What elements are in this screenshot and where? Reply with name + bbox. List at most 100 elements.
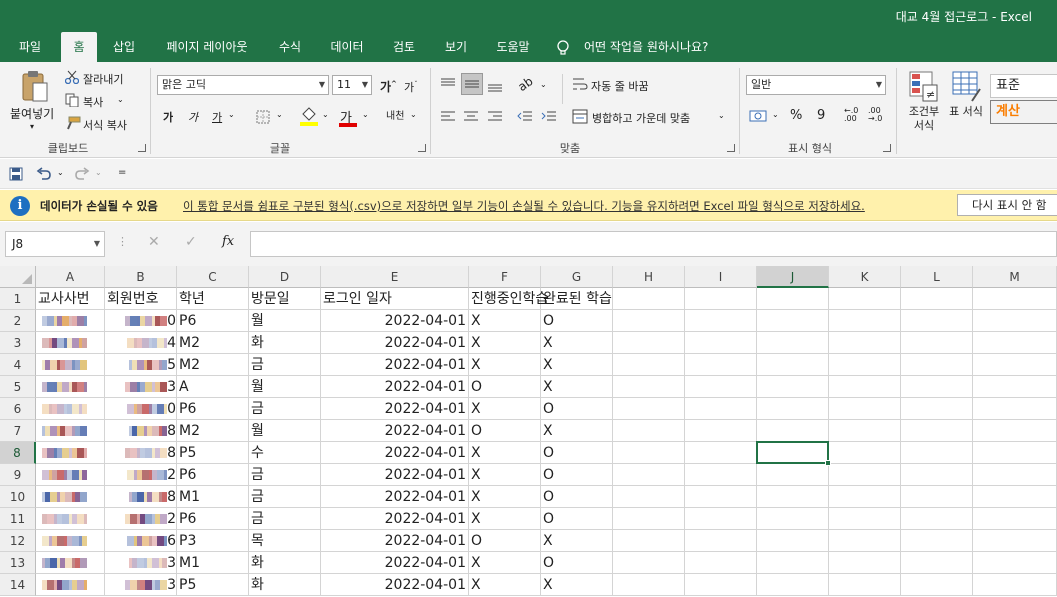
orientation-icon[interactable]: ab	[515, 74, 535, 94]
cell-b3[interactable]: 4	[105, 332, 177, 354]
cell-e8[interactable]: 2022-04-01	[321, 442, 469, 464]
conditional-format-button[interactable]: 조건부 서식	[906, 105, 942, 133]
cell-d11[interactable]: 금	[249, 508, 321, 530]
cell-m2[interactable]	[973, 310, 1057, 332]
tab-view[interactable]: 보기	[436, 32, 476, 62]
cell-d8[interactable]: 수	[249, 442, 321, 464]
active-cell-selection[interactable]	[756, 441, 831, 466]
cell-k2[interactable]	[829, 310, 901, 332]
column-header-j[interactable]: J	[757, 266, 829, 288]
cell-b1[interactable]: 회원번호	[105, 288, 177, 310]
cell-i12[interactable]	[685, 530, 757, 552]
align-right-icon[interactable]	[487, 110, 503, 127]
cell-i3[interactable]	[685, 332, 757, 354]
cell-a1[interactable]: 교사사번	[36, 288, 105, 310]
fill-chevron-icon[interactable]: ⌄	[322, 110, 329, 119]
cell-k14[interactable]	[829, 574, 901, 596]
cell-f13[interactable]: X	[469, 552, 541, 574]
cell-c12[interactable]: P3	[177, 530, 249, 552]
cell-f2[interactable]: X	[469, 310, 541, 332]
conditional-format-icon[interactable]: ≠	[909, 71, 939, 106]
cell-a6-redacted[interactable]	[36, 398, 105, 420]
cell-g7[interactable]: X	[541, 420, 613, 442]
undo-chevron-icon[interactable]: ⌄	[57, 168, 64, 177]
undo-icon[interactable]	[36, 167, 52, 184]
cell-c3[interactable]: M2	[177, 332, 249, 354]
cell-e11[interactable]: 2022-04-01	[321, 508, 469, 530]
cell-k1[interactable]	[829, 288, 901, 310]
cell-i9[interactable]	[685, 464, 757, 486]
cell-i4[interactable]	[685, 354, 757, 376]
cell-m7[interactable]	[973, 420, 1057, 442]
align-bottom-icon[interactable]	[487, 79, 503, 96]
formula-input[interactable]	[250, 231, 1057, 257]
column-header-l[interactable]: L	[901, 266, 973, 288]
cell-k8[interactable]	[829, 442, 901, 464]
cell-g3[interactable]: X	[541, 332, 613, 354]
cell-m13[interactable]	[973, 552, 1057, 574]
font-color-chevron-icon[interactable]: ⌄	[362, 110, 369, 119]
cell-d12[interactable]: 목	[249, 530, 321, 552]
dont-show-again-button[interactable]: 다시 표시 안 함	[957, 194, 1057, 216]
cell-j11[interactable]	[757, 508, 829, 530]
cut-button[interactable]: 잘라내기	[83, 71, 123, 87]
column-header-k[interactable]: K	[829, 266, 901, 288]
cell-f1[interactable]: 진행중인학습	[469, 288, 548, 310]
font-name-select[interactable]: 맑은 고딕 ▼	[157, 75, 329, 95]
cell-g9[interactable]: O	[541, 464, 613, 486]
cell-k3[interactable]	[829, 332, 901, 354]
cell-j3[interactable]	[757, 332, 829, 354]
column-header-c[interactable]: C	[177, 266, 249, 288]
decrease-decimal-icon[interactable]: .00 →.0	[868, 107, 882, 123]
paste-icon[interactable]	[20, 70, 50, 107]
cell-b8[interactable]: 8	[105, 442, 177, 464]
column-header-g[interactable]: G	[541, 266, 613, 288]
cell-g1[interactable]: 완료된 학습	[541, 288, 613, 310]
cell-k9[interactable]	[829, 464, 901, 486]
tab-insert[interactable]: 삽입	[104, 32, 144, 62]
cell-k13[interactable]	[829, 552, 901, 574]
cell-f5[interactable]: O	[469, 376, 541, 398]
cancel-icon[interactable]: ✕	[148, 234, 160, 250]
cell-l4[interactable]	[901, 354, 973, 376]
copy-chevron-icon[interactable]: ⌄	[117, 95, 124, 104]
column-header-b[interactable]: B	[105, 266, 177, 288]
align-left-icon[interactable]	[440, 110, 456, 127]
cell-a9-redacted[interactable]	[36, 464, 105, 486]
orientation-chevron-icon[interactable]: ⌄	[540, 80, 547, 89]
cell-k7[interactable]	[829, 420, 901, 442]
cell-d4[interactable]: 금	[249, 354, 321, 376]
cell-c1[interactable]: 학년	[177, 288, 249, 310]
cell-g14[interactable]: X	[541, 574, 613, 596]
cell-c9[interactable]: P6	[177, 464, 249, 486]
cell-d9[interactable]: 금	[249, 464, 321, 486]
align-center-icon[interactable]	[463, 110, 479, 127]
cell-d13[interactable]: 화	[249, 552, 321, 574]
cell-c10[interactable]: M1	[177, 486, 249, 508]
cell-l14[interactable]	[901, 574, 973, 596]
cell-j4[interactable]	[757, 354, 829, 376]
cell-i2[interactable]	[685, 310, 757, 332]
cell-l5[interactable]	[901, 376, 973, 398]
cell-d14[interactable]: 화	[249, 574, 321, 596]
cell-j14[interactable]	[757, 574, 829, 596]
cell-h2[interactable]	[613, 310, 685, 332]
name-box[interactable]: J8 ▼	[5, 231, 105, 257]
cell-f10[interactable]: X	[469, 486, 541, 508]
cell-d6[interactable]: 금	[249, 398, 321, 420]
font-launcher-icon[interactable]	[418, 144, 426, 152]
cell-f11[interactable]: X	[469, 508, 541, 530]
border-icon[interactable]	[256, 110, 270, 127]
cell-b10[interactable]: 8	[105, 486, 177, 508]
cell-f6[interactable]: X	[469, 398, 541, 420]
row-header-5[interactable]: 5	[0, 376, 36, 398]
cell-h7[interactable]	[613, 420, 685, 442]
cell-b11[interactable]: 2	[105, 508, 177, 530]
cell-l2[interactable]	[901, 310, 973, 332]
cell-h9[interactable]	[613, 464, 685, 486]
row-header-11[interactable]: 11	[0, 508, 36, 530]
cell-m4[interactable]	[973, 354, 1057, 376]
cell-k10[interactable]	[829, 486, 901, 508]
column-header-a[interactable]: A	[36, 266, 105, 288]
cell-a7-redacted[interactable]	[36, 420, 105, 442]
